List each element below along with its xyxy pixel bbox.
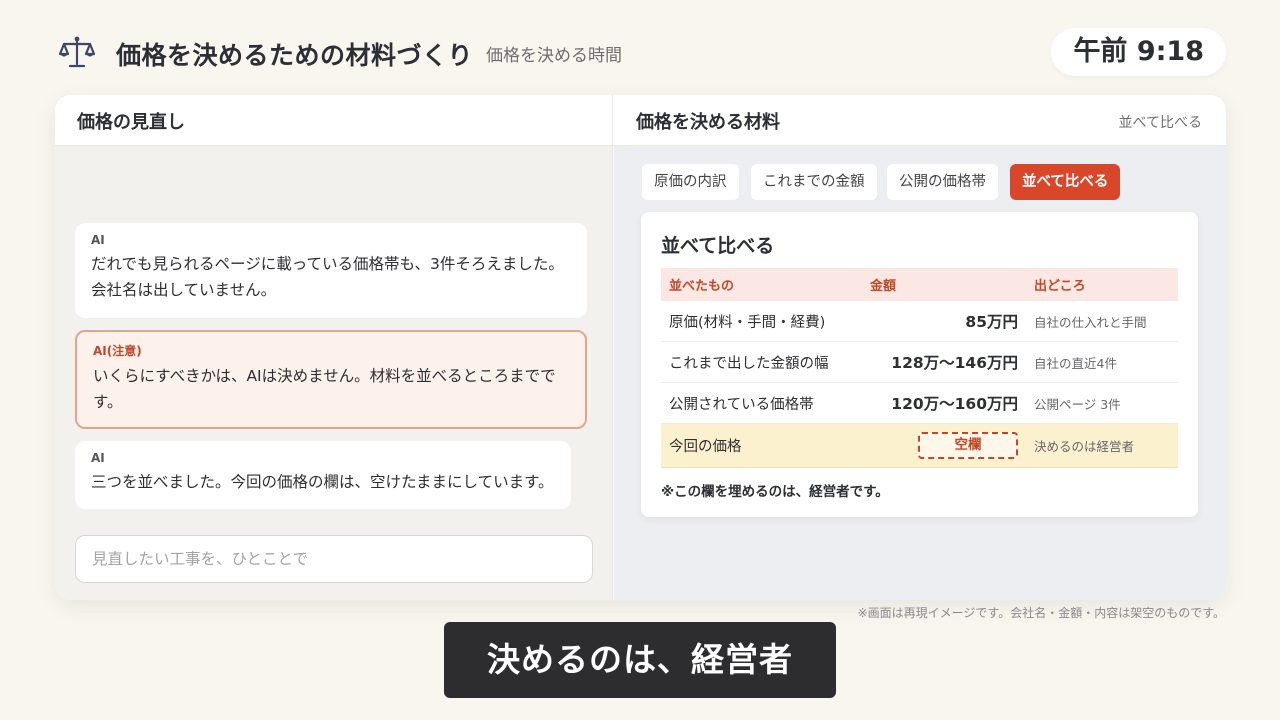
scale-icon [58,36,96,68]
main-panel: 価格の見直し AI だれでも見られるページに載っている価格帯も、3件そろえました… [55,95,1226,600]
table-row-current-price: 今回の価格 空欄 決めるのは経営者 [661,424,1178,468]
row-amount: 120万〜160万円 [891,395,1018,413]
row-amount: 128万〜146万円 [891,354,1018,372]
row-source: 公開ページ 3件 [1034,396,1121,412]
message-text: だれでも見られるページに載っている価格帯も、3件そろえました。会社名は出していま… [91,255,564,299]
materials-pane-title: 価格を決める材料 [636,112,780,133]
column-header-item: 並べたもの [669,279,735,294]
clock: 午前 9:18 [1051,28,1226,76]
chat-message: AI だれでも見られるページに載っている価格帯も、3件そろえました。会社名は出し… [75,223,587,318]
row-amount: 85万円 [965,313,1018,331]
materials-pane-header: 価格を決める材料 並べて比べる [614,95,1226,146]
column-header-source: 出どころ [1034,279,1086,294]
chat-message: AI 三つを並べました。今回の価格の欄は、空けたままにしています。 [75,441,571,509]
chat-pane: 価格の見直し AI だれでも見られるページに載っている価格帯も、3件そろえました… [55,95,613,600]
message-role: AI [91,451,105,465]
chat-pane-header: 価格の見直し [55,95,612,146]
message-role: AI(注意) [93,344,142,358]
row-amount-cell: 空欄 [661,424,1018,467]
tab-public-price-range[interactable]: 公開の価格帯 [887,164,998,200]
row-source: 決めるのは経営者 [1034,439,1135,454]
table-row: 原価(材料・手間・経費) 85万円 自社の仕入れと手間 [661,301,1178,342]
chat-input[interactable] [75,535,593,583]
table-row: これまで出した金額の幅 128万〜146万円 自社の直近4件 [661,342,1178,383]
empty-price-badge[interactable]: 空欄 [918,432,1018,459]
table-header-row: 並べたもの 金額 出どころ [661,268,1178,301]
row-source: 自社の直近4件 [1034,355,1117,371]
row-source: 自社の仕入れと手間 [1034,314,1147,330]
tab-cost-breakdown[interactable]: 原価の内訳 [642,164,739,200]
app-header: 価格を決めるための材料づくり 価格を決める時間 午前 9:18 [58,28,1226,76]
chat-message-warning: AI(注意) いくらにすべきかは、AIは決めません。材料を並べるところまでです。 [75,330,587,429]
caption-banner: 決めるのは、経営者 [444,622,836,698]
compare-card: 並べて比べる 並べたもの 金額 出どころ 原価(材料・手間・経費) 85万円 自… [641,212,1198,517]
column-header-amount: 金額 [870,279,897,294]
compare-link[interactable]: 並べて比べる [1119,112,1202,132]
message-text: 三つを並べました。今回の価格の欄は、空けたままにしています。 [91,473,554,491]
tab-compare[interactable]: 並べて比べる [1010,164,1121,200]
materials-pane: 価格を決める材料 並べて比べる 原価の内訳 これまでの金額 公開の価格帯 並べて… [614,95,1226,600]
compare-note: ※この欄を埋めるのは、経営者です。 [661,484,889,500]
app-subtitle: 価格を決める時間 [486,46,622,66]
message-role: AI [91,233,105,247]
disclaimer: ※画面は再現イメージです。会社名・金額・内容は架空のものです。 [857,606,1225,620]
message-text: いくらにすべきかは、AIは決めません。材料を並べるところまでです。 [93,367,556,411]
chat-pane-title: 価格の見直し [77,112,185,133]
tab-past-amounts[interactable]: これまでの金額 [751,164,877,200]
app-title: 価格を決めるための材料づくり [116,41,474,70]
compare-table: 並べたもの 金額 出どころ 原価(材料・手間・経費) 85万円 自社の仕入れと手… [661,268,1178,468]
compare-title: 並べて比べる [661,235,775,257]
table-row: 公開されている価格帯 120万〜160万円 公開ページ 3件 [661,383,1178,424]
